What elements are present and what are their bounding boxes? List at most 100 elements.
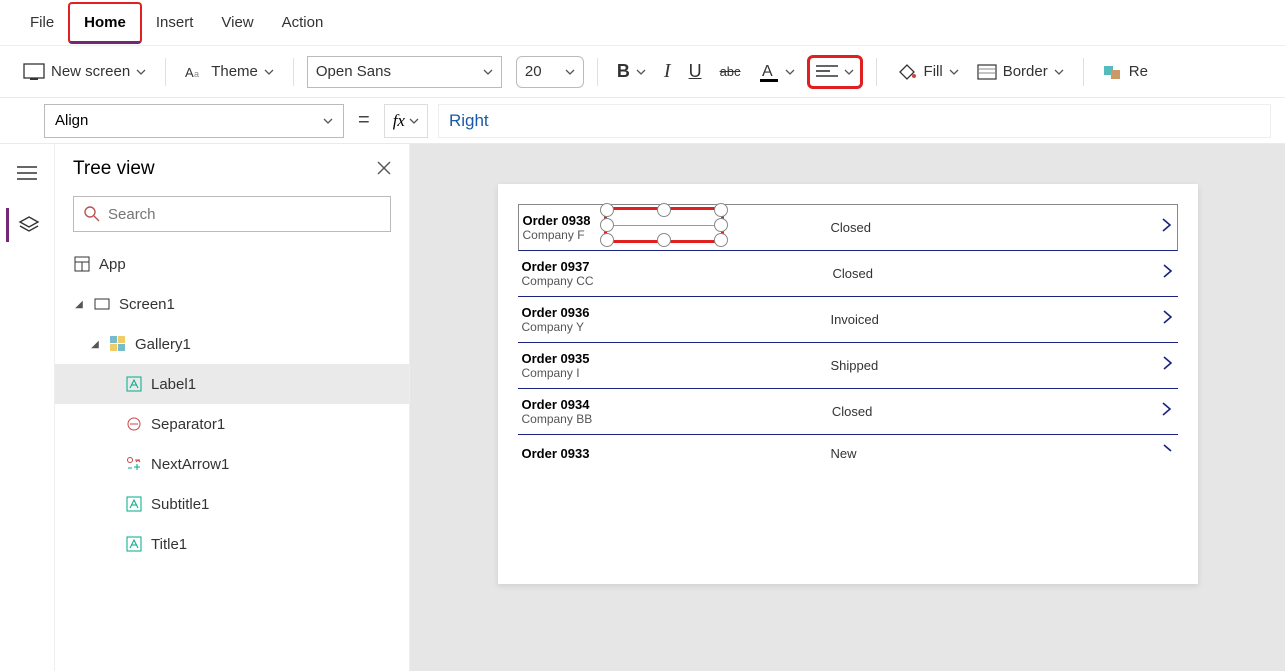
tab-view[interactable]: View [207,4,267,41]
item-status: Invoiced [830,312,920,327]
tree-label: Title1 [151,536,187,553]
tree-node-subtitle1[interactable]: Subtitle1 [55,484,409,524]
formula-bar: Align = fx Right [0,98,1285,144]
formula-value: Right [449,111,489,131]
font-family-select[interactable]: Open Sans [307,56,502,88]
chevron-down-icon [785,67,795,77]
tree-pane: Tree view App ◢ Screen1 ◢ Gallery1 [55,144,410,671]
chevron-right-icon[interactable] [1162,263,1174,284]
paint-bucket-icon [896,62,918,82]
collapse-icon[interactable]: ◢ [89,339,101,350]
tab-insert[interactable]: Insert [142,4,208,41]
chevron-down-icon [264,67,274,77]
gallery-item[interactable]: Order 0937Company CC Closed [518,251,1178,297]
chevron-down-icon [483,67,493,77]
workspace: Tree view App ◢ Screen1 ◢ Gallery1 [0,144,1285,671]
fx-label: fx [393,111,405,131]
chevron-right-icon[interactable] [1162,309,1174,330]
chevron-down-icon [636,67,646,77]
svg-text:a: a [194,69,199,79]
tree: App ◢ Screen1 ◢ Gallery1 Label1 Separato… [55,244,409,564]
menu-bar: File Home Insert View Action [0,0,1285,46]
strikethrough-icon: abc [720,64,741,79]
item-status: Closed [832,404,922,419]
tree-search[interactable] [73,196,391,232]
chevron-right-icon[interactable] [1161,217,1173,238]
gallery-item[interactable]: Order 0934Company BB Closed [518,389,1178,435]
gallery-item[interactable]: Order 0935Company I Shipped [518,343,1178,389]
selection-handles[interactable] [604,207,724,243]
bold-button[interactable]: B [611,57,652,86]
gallery-item[interactable]: Order 0936Company Y Invoiced [518,297,1178,343]
text-align-button[interactable] [807,55,863,89]
reorder-button[interactable]: Re [1097,59,1154,85]
tab-action[interactable]: Action [268,4,338,41]
fill-label: Fill [924,63,943,80]
formula-input[interactable]: Right [438,104,1271,138]
item-title: Order 0938 [523,213,591,228]
font-size-select[interactable]: 20 [516,56,584,88]
close-tree-button[interactable] [377,159,391,180]
left-rail [0,144,55,671]
chevron-right-icon[interactable] [1162,355,1174,376]
underline-button[interactable]: U [683,57,708,86]
new-screen-button[interactable]: New screen [17,59,152,85]
tree-node-label1[interactable]: Label1 [55,364,409,404]
italic-button[interactable]: I [658,56,677,87]
tab-file[interactable]: File [16,4,68,41]
gallery-item[interactable]: Order 0933 New [518,435,1178,472]
chevron-down-icon [409,116,419,126]
item-title: Order 0936 [522,305,590,320]
equals-label: = [354,109,374,132]
fx-button[interactable]: fx [384,104,428,138]
layers-icon [18,216,40,234]
item-subtitle: Company CC [522,274,594,288]
chevron-down-icon [844,67,854,77]
strikethrough-button[interactable]: abc [714,60,747,83]
reorder-label: Re [1129,63,1148,80]
border-icon [977,64,997,80]
search-icon [84,206,100,222]
property-select[interactable]: Align [44,104,344,138]
app-screen[interactable]: Order 0938 Company F Closed Order 0937Co… [498,184,1198,584]
collapse-icon[interactable]: ◢ [73,299,85,310]
tree-node-app[interactable]: App [55,244,409,284]
treeview-rail-button[interactable] [6,208,46,242]
tree-label: Separator1 [151,416,225,433]
item-status[interactable]: Closed [830,220,920,235]
tree-node-title1[interactable]: Title1 [55,524,409,564]
tree-title: Tree view [73,158,155,180]
nextarrow-icon [125,455,143,473]
hamburger-button[interactable] [7,156,47,190]
search-input[interactable] [108,206,380,223]
italic-icon: I [664,60,671,83]
tree-node-separator1[interactable]: Separator1 [55,404,409,444]
underline-icon: U [689,61,702,82]
theme-button[interactable]: Aa Theme [179,59,280,84]
font-color-button[interactable]: A [753,57,801,87]
tree-node-gallery[interactable]: ◢ Gallery1 [55,324,409,364]
chevron-down-icon [323,116,333,126]
item-status: Closed [833,266,923,281]
chevron-down-icon [1054,67,1064,77]
svg-text:A: A [185,65,194,80]
item-title: Order 0937 [522,259,594,274]
close-icon [377,161,391,175]
border-button[interactable]: Border [971,59,1070,84]
label-icon [125,375,143,393]
tree-node-screen[interactable]: ◢ Screen1 [55,284,409,324]
reorder-icon [1103,63,1123,81]
tree-node-nextarrow1[interactable]: NextArrow1 [55,444,409,484]
tab-home[interactable]: Home [68,2,142,44]
gallery-item[interactable]: Order 0938 Company F Closed [518,204,1178,251]
canvas[interactable]: Order 0938 Company F Closed Order 0937Co… [410,144,1285,671]
chevron-right-icon[interactable] [1162,443,1174,464]
label-icon [125,535,143,553]
screen-icon [93,295,111,313]
tree-label: Gallery1 [135,336,191,353]
chevron-right-icon[interactable] [1161,401,1173,422]
font-color-icon: A [759,61,779,83]
hamburger-icon [17,166,37,180]
property-value: Align [55,112,88,129]
fill-button[interactable]: Fill [890,58,965,86]
